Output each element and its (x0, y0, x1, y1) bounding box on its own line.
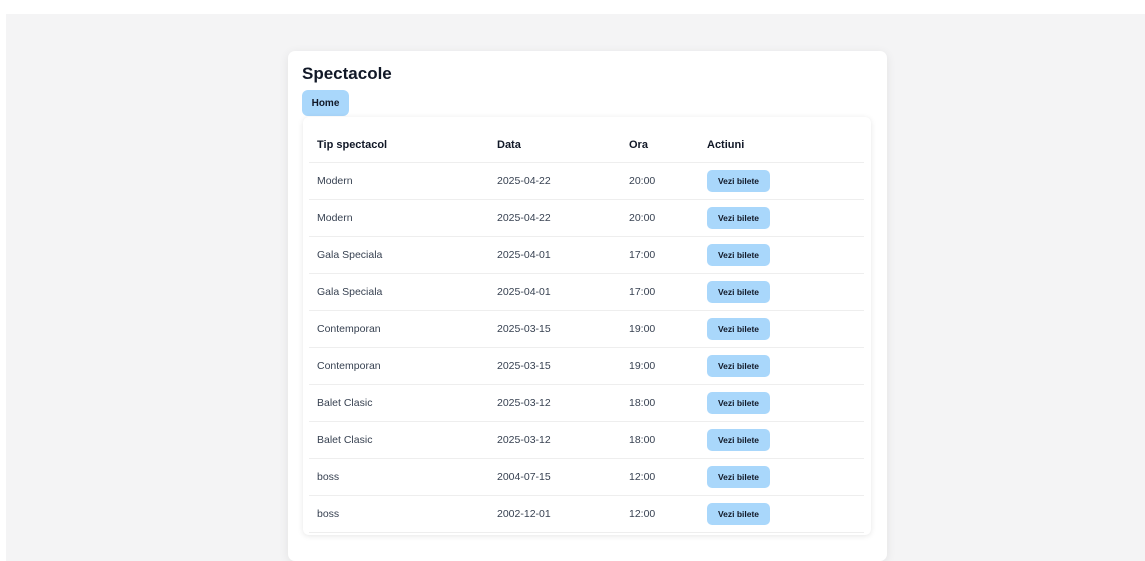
table-row: Gala Speciala 2025-04-01 17:00 Vezi bile… (309, 236, 864, 274)
page-title: Spectacole (302, 64, 392, 83)
cell-ora: 17:00 (621, 236, 699, 274)
table-row: Balet Clasic 2025-03-12 18:00 Vezi bilet… (309, 384, 864, 422)
cell-tip-spectacol: Balet Clasic (309, 384, 489, 422)
column-header-data: Data (489, 127, 621, 163)
cell-data: 2025-03-12 (489, 421, 621, 459)
vezi-bilete-button[interactable]: Vezi bilete (707, 503, 770, 525)
home-button[interactable]: Home (302, 90, 349, 116)
table-header-row: Tip spectacol Data Ora Actiuni (309, 127, 864, 163)
table-row: Modern 2025-04-22 20:00 Vezi bilete (309, 162, 864, 200)
vezi-bilete-button[interactable]: Vezi bilete (707, 429, 770, 451)
cell-actiuni: Vezi bilete (699, 236, 864, 274)
table-row: Contemporan 2025-03-15 19:00 Vezi bilete (309, 347, 864, 385)
cell-actiuni: Vezi bilete (699, 458, 864, 496)
column-header-tip-spectacol: Tip spectacol (309, 127, 489, 163)
cell-data: 2025-04-01 (489, 273, 621, 311)
cell-tip-spectacol: Modern (309, 199, 489, 237)
table-body: Modern 2025-04-22 20:00 Vezi bilete Mode… (309, 162, 864, 533)
table-row: Balet Clasic 2025-03-12 18:00 Vezi bilet… (309, 421, 864, 459)
cell-actiuni: Vezi bilete (699, 347, 864, 385)
column-header-ora: Ora (621, 127, 699, 163)
cell-data: 2025-03-12 (489, 384, 621, 422)
table-row: boss 2002-12-01 12:00 Vezi bilete (309, 495, 864, 533)
cell-tip-spectacol: Contemporan (309, 310, 489, 348)
vezi-bilete-button[interactable]: Vezi bilete (707, 466, 770, 488)
cell-data: 2025-03-15 (489, 347, 621, 385)
cell-tip-spectacol: boss (309, 495, 489, 533)
cell-actiuni: Vezi bilete (699, 310, 864, 348)
column-header-actiuni: Actiuni (699, 127, 864, 163)
table-header: Tip spectacol Data Ora Actiuni (309, 127, 864, 163)
shows-table-panel: Tip spectacol Data Ora Actiuni Modern 20… (303, 117, 871, 535)
table-row: Modern 2025-04-22 20:00 Vezi bilete (309, 199, 864, 237)
cell-actiuni: Vezi bilete (699, 199, 864, 237)
cell-ora: 17:00 (621, 273, 699, 311)
cell-ora: 18:00 (621, 421, 699, 459)
table-row: Contemporan 2025-03-15 19:00 Vezi bilete (309, 310, 864, 348)
cell-data: 2002-12-01 (489, 495, 621, 533)
cell-tip-spectacol: Modern (309, 162, 489, 200)
cell-data: 2025-04-01 (489, 236, 621, 274)
cell-tip-spectacol: Gala Speciala (309, 273, 489, 311)
vezi-bilete-button[interactable]: Vezi bilete (707, 207, 770, 229)
vezi-bilete-button[interactable]: Vezi bilete (707, 355, 770, 377)
cell-tip-spectacol: Balet Clasic (309, 421, 489, 459)
cell-actiuni: Vezi bilete (699, 273, 864, 311)
cell-ora: 12:00 (621, 495, 699, 533)
shows-table: Tip spectacol Data Ora Actiuni Modern 20… (309, 127, 864, 533)
cell-data: 2025-04-22 (489, 162, 621, 200)
vezi-bilete-button[interactable]: Vezi bilete (707, 170, 770, 192)
table-row: boss 2004-07-15 12:00 Vezi bilete (309, 458, 864, 496)
cell-data: 2004-07-15 (489, 458, 621, 496)
cell-actiuni: Vezi bilete (699, 162, 864, 200)
shows-card: Spectacole Home Tip spectacol Data Ora A… (288, 51, 887, 561)
table-row: Gala Speciala 2025-04-01 17:00 Vezi bile… (309, 273, 864, 311)
cell-ora: 20:00 (621, 199, 699, 237)
vezi-bilete-button[interactable]: Vezi bilete (707, 392, 770, 414)
cell-ora: 19:00 (621, 310, 699, 348)
cell-actiuni: Vezi bilete (699, 421, 864, 459)
cell-data: 2025-03-15 (489, 310, 621, 348)
cell-ora: 20:00 (621, 162, 699, 200)
vezi-bilete-button[interactable]: Vezi bilete (707, 244, 770, 266)
vezi-bilete-button[interactable]: Vezi bilete (707, 281, 770, 303)
cell-actiuni: Vezi bilete (699, 495, 864, 533)
cell-tip-spectacol: Contemporan (309, 347, 489, 385)
page-background: Spectacole Home Tip spectacol Data Ora A… (6, 14, 1145, 561)
vezi-bilete-button[interactable]: Vezi bilete (707, 318, 770, 340)
cell-actiuni: Vezi bilete (699, 384, 864, 422)
cell-ora: 18:00 (621, 384, 699, 422)
cell-ora: 19:00 (621, 347, 699, 385)
cell-tip-spectacol: Gala Speciala (309, 236, 489, 274)
cell-data: 2025-04-22 (489, 199, 621, 237)
cell-tip-spectacol: boss (309, 458, 489, 496)
cell-ora: 12:00 (621, 458, 699, 496)
